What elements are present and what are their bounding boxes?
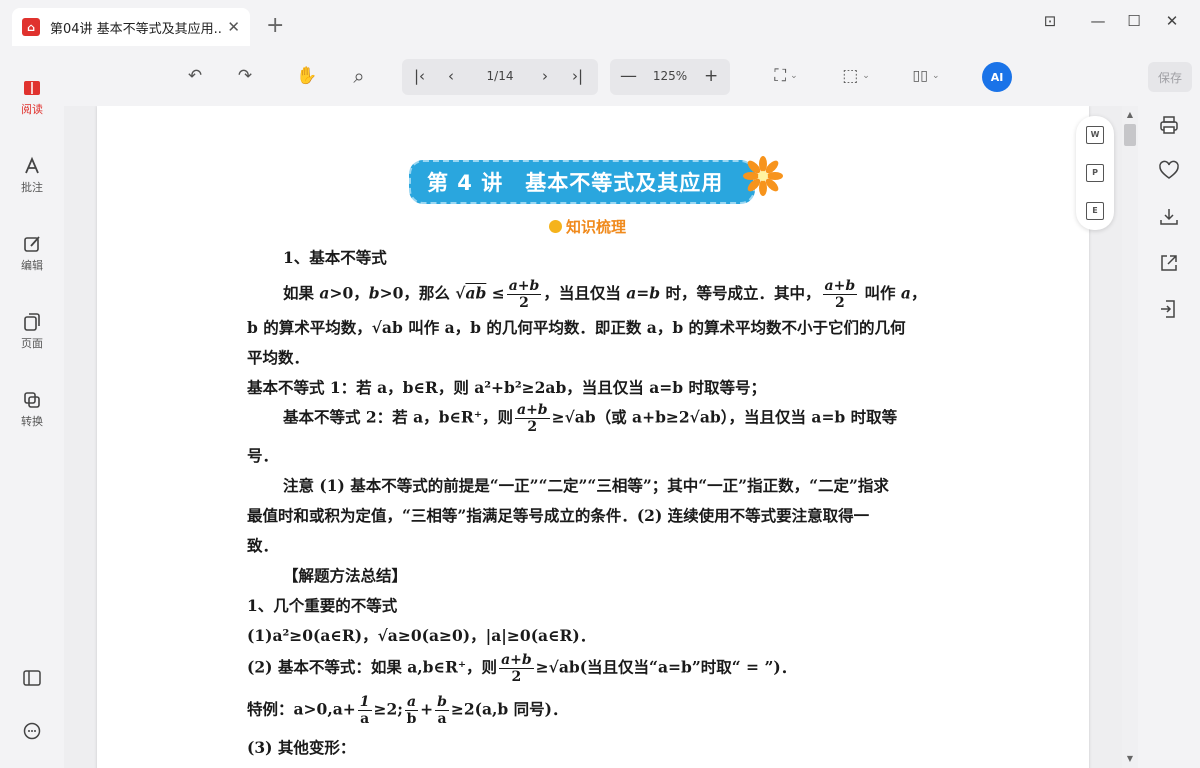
minimize-button[interactable]: — [1086,12,1110,30]
paragraph-line: 基本不等式 2：若 a，b∈R⁺，则 a+b 2 ≥√ab（或 a+b≥2√ab），当… [283,402,898,435]
tab-title: 第04讲 基本不等式及其应用.... [50,21,222,37]
close-window-button[interactable]: ✕ [1160,12,1184,30]
comment-icon[interactable] [23,722,41,740]
fraction: ba [435,694,449,727]
fraction: 1a [357,694,372,727]
fit-width-button[interactable]: ⛶ ⌄ [766,61,806,91]
undo-icon[interactable]: ↶ [182,61,208,91]
fraction: a+b 2 [506,278,542,311]
annotate-icon [25,156,39,174]
main-toolbar: ↶ ↷ ✋ ⌕ |‹ ‹ 1/14 › ›| — 125% + ⛶ ⌄ ⬚ ⌄ ▯▯… [0,46,1200,106]
sidebar-item-label: 批注 [21,181,43,194]
sidebar-item-annotate[interactable]: 批注 [0,156,64,195]
fullscreen-button[interactable]: ⬚ ⌄ [836,61,876,91]
search-icon[interactable]: ⌕ [346,61,372,91]
chevron-down-icon: ⌄ [862,71,870,81]
ai-assistant-button[interactable]: AI [982,62,1012,92]
fraction: ab [405,694,419,727]
fit-width-icon: ⛶ [774,66,787,86]
page-number-input[interactable]: 1/14 [476,69,524,83]
save-button[interactable]: 保存 [1148,62,1192,92]
sidebar-item-label: 页面 [21,337,43,350]
flower-icon [743,156,783,196]
maximize-button[interactable]: ☐ [1122,12,1146,30]
print-icon[interactable] [1158,114,1180,136]
sidebar-item-label: 编辑 [21,259,43,272]
sidebar-item-read[interactable]: 阅读 [0,78,64,117]
fraction: a+b 2 [515,402,550,435]
sidebar-item-pages[interactable]: 页面 [0,312,64,351]
first-page-button[interactable]: |‹ [414,67,425,85]
pages-icon [24,313,40,331]
convert-icon [24,392,40,408]
fullscreen-icon: ⬚ [842,66,859,86]
paragraph-line: (1)a²≥0(a∈R)，√a≥0(a≥0)，|a|≥0(a∈R)． [247,626,596,645]
sidebar-item-convert[interactable]: 转换 [0,390,64,429]
paragraph-line: 最值时和或积为定值，“三相等”指满足等号成立的条件．(2) 连续使用不等式要注意… [247,506,870,525]
scroll-down-icon[interactable]: ▼ [1124,754,1136,763]
to-ppt-icon[interactable]: P [1086,164,1104,182]
book-icon [24,81,40,95]
lesson-title-banner: 第 4 讲 基本不等式及其应用 [409,160,755,204]
to-word-icon[interactable]: W [1086,126,1104,144]
close-tab-icon[interactable]: ✕ [227,18,240,36]
fraction: a+b 2 [499,652,534,685]
sidebar-item-label: 转换 [21,415,43,428]
left-sidebar: 阅读 批注 编辑 页面 转换 [0,46,64,768]
new-tab-button[interactable]: + [266,14,284,38]
scrollbar-thumb[interactable] [1124,124,1136,146]
zoom-level[interactable]: 125% [648,69,692,83]
vertical-scrollbar[interactable] [1122,106,1138,768]
right-sidebar [1138,106,1200,768]
paragraph-line: 致． [247,536,279,555]
sidebar-item-label: 阅读 [21,103,43,116]
paragraph-line: 如果 a>0，b>0，那么 √ab ≤ a+b 2 ，当且仅当 a=b 时，等号成立．… [283,278,927,311]
scroll-up-icon[interactable]: ▲ [1124,110,1136,119]
paragraph-line: b 的算术平均数，√ab 叫作 a，b 的几何平均数．即正数 a，b 的算术平均… [247,318,906,337]
zoom-in-button[interactable]: + [704,66,718,86]
edit-icon [24,236,40,252]
page-layout-button[interactable]: ▯▯ ⌄ [904,61,948,91]
paragraph-line: 平均数． [247,348,310,367]
heading-basic-inequality: 1、基本不等式 [283,248,387,267]
fraction: a+b 2 [822,278,858,311]
paragraph-line: 特例：a>0,a+ 1 a ≥2; a b + b a ≥2(a,b 同号)． [247,694,568,727]
next-page-button[interactable]: › [542,67,548,85]
document-tab[interactable]: ⌂ 第04讲 基本不等式及其应用.... ✕ [12,8,250,46]
to-excel-icon[interactable]: E [1086,202,1104,220]
chevron-down-icon: ⌄ [931,71,940,81]
paragraph-line: (3) 其他变形： [247,738,356,757]
heading-method-summary: 【解题方法总结】 [283,566,408,585]
sidebar-item-edit[interactable]: 编辑 [0,234,64,273]
paragraph-line: (2) 基本不等式：如果 a,b∈R⁺，则 a+b 2 ≥√ab(当且仅当“a=b”时… [247,652,797,685]
sun-icon [549,220,562,233]
share-icon[interactable] [1158,252,1180,274]
zoom-out-button[interactable]: — [620,66,637,86]
paragraph-line: 号． [247,446,279,465]
last-page-button[interactable]: ›| [572,67,583,85]
pdf-page: 第 4 讲 基本不等式及其应用 知识梳理 1、基本不等式 如果 a>0，b>0，… [97,106,1089,768]
pdf-icon: ⌂ [22,18,40,36]
paragraph-line: 注意 (1) 基本不等式的前提是“一正”“二定”“三相等”；其中“一正”指正数，… [283,476,889,495]
prev-page-button[interactable]: ‹ [448,67,454,85]
section-subtitle: 知识梳理 [549,216,626,237]
chevron-down-icon: ⌄ [790,71,798,81]
convert-floating-bar: W P E [1076,116,1114,230]
paragraph-line: 基本不等式 1：若 a，b∈R，则 a²+b²≥2ab，当且仅当 a=b 时取等… [247,378,766,397]
favorite-icon[interactable] [1158,160,1180,182]
page-navigator: |‹ ‹ 1/14 › ›| [402,59,598,95]
feedback-icon[interactable]: ⊡ [1038,12,1062,30]
download-icon[interactable] [1158,206,1180,228]
title-bar: ⌂ 第04讲 基本不等式及其应用.... ✕ + ⊡ — ☐ ✕ [0,0,1200,46]
two-page-icon: ▯▯ [912,68,928,84]
zoom-control: — 125% + [610,59,730,95]
heading-important-inequalities: 1、几个重要的不等式 [247,596,398,615]
document-viewport[interactable]: 第 4 讲 基本不等式及其应用 知识梳理 1、基本不等式 如果 a>0，b>0，… [64,106,1138,768]
export-icon[interactable] [1158,298,1180,320]
panel-toggle-icon[interactable] [23,670,41,686]
hand-tool-icon[interactable]: ✋ [294,61,320,91]
redo-icon[interactable]: ↷ [232,61,258,91]
